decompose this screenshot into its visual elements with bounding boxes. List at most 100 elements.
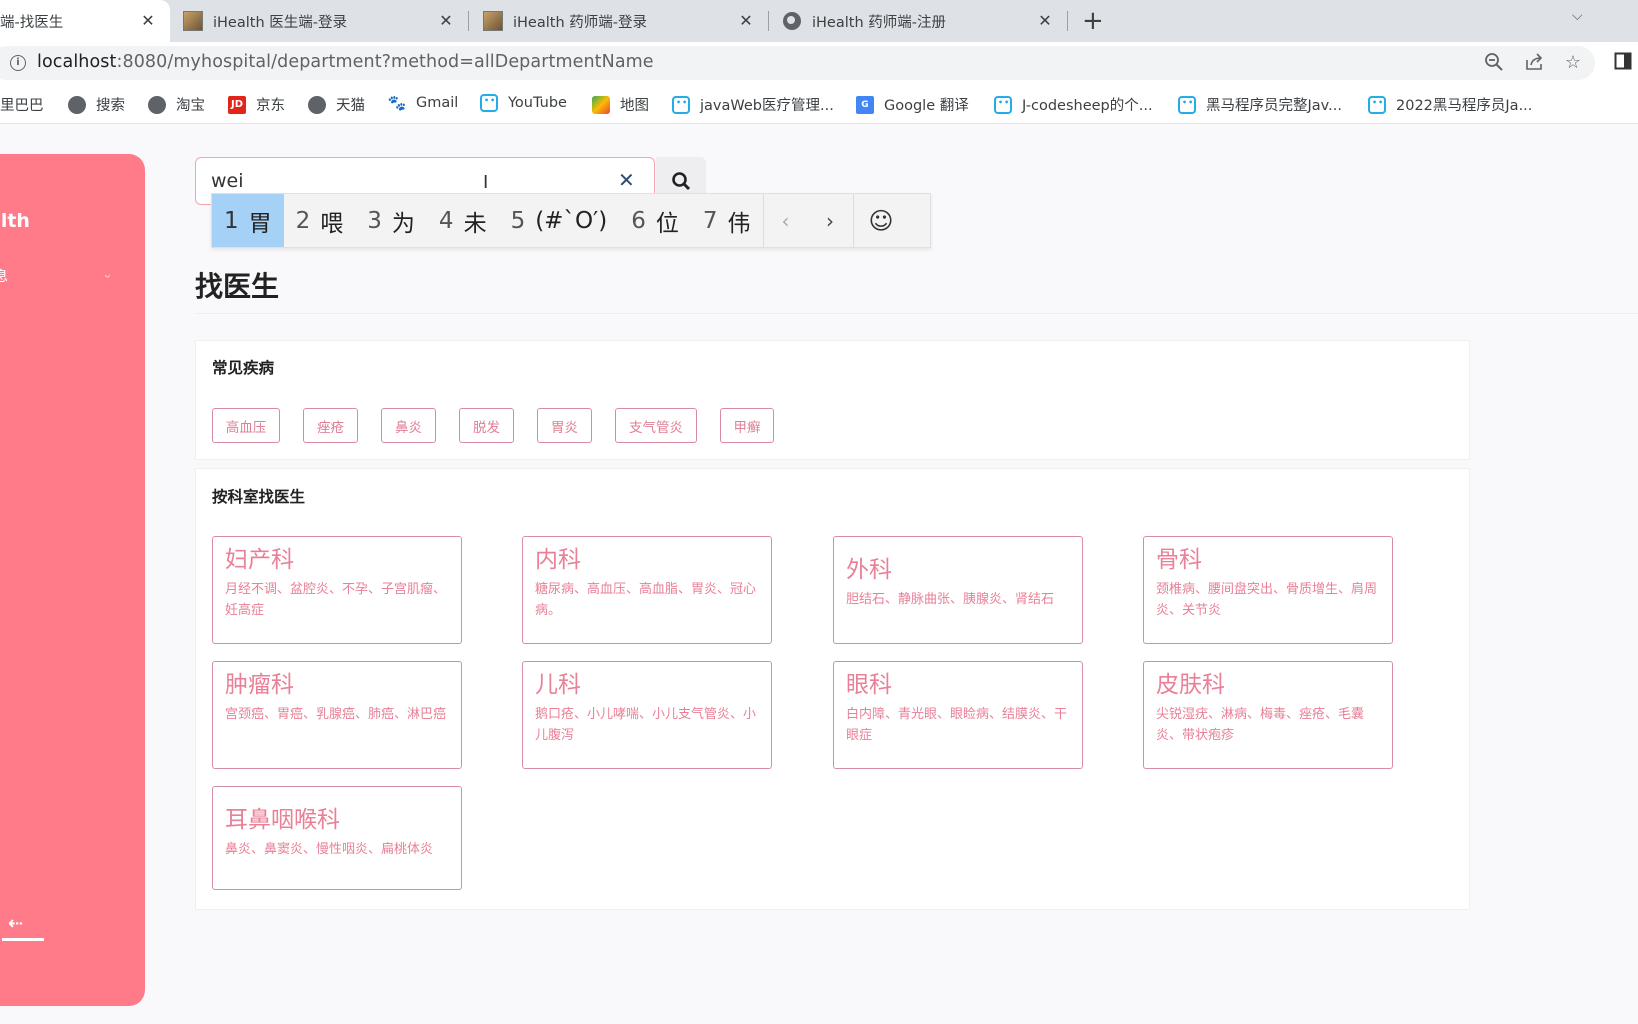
section-heading: 常见疾病 xyxy=(212,359,275,377)
department-desc: 糖尿病、高血压、高血脂、胃炎、冠心病。 xyxy=(535,582,757,618)
globe-icon xyxy=(68,95,86,114)
globe-icon xyxy=(308,95,326,114)
ime-candidate[interactable]: 6位 xyxy=(619,194,691,247)
department-card[interactable]: 肿瘤科 宫颈癌、胃癌、乳腺癌、肺癌、淋巴癌 xyxy=(212,661,462,769)
bookmark-item[interactable]: 🐾 Gmail xyxy=(388,94,459,112)
maps-icon xyxy=(592,95,610,114)
bilibili-icon xyxy=(994,95,1012,114)
bookmark-item[interactable]: 搜索 xyxy=(68,94,125,115)
department-name: 外科 xyxy=(846,557,892,583)
department-card[interactable]: 内科 糖尿病、高血压、高血脂、胃炎、冠心病。 xyxy=(522,536,772,644)
url-host: localhost xyxy=(37,52,117,72)
bookmark-item[interactable]: J-codesheep的个... xyxy=(994,94,1153,115)
zoom-out-icon[interactable] xyxy=(1483,52,1505,74)
bookmark-label: J-codesheep的个... xyxy=(1022,98,1153,114)
department-name: 妇产科 xyxy=(225,547,294,573)
tab-search-dropdown-icon[interactable]: ⌵ xyxy=(1572,8,1583,24)
logout-button[interactable]: ⇠ xyxy=(2,913,44,941)
bookmark-item[interactable]: 淘宝 xyxy=(148,94,205,115)
departments-panel: 按科室找医生 妇产科 月经不调、盆腔炎、不孕、子宫肌瘤、妊高症 内科 糖尿病、高… xyxy=(195,468,1470,910)
tab-title: 端-找医生 xyxy=(0,14,64,31)
sidebar-menu-item[interactable]: 息 xyxy=(0,266,8,286)
bookmark-item[interactable]: JD 京东 xyxy=(228,94,285,115)
department-card[interactable]: 妇产科 月经不调、盆腔炎、不孕、子宫肌瘤、妊高症 xyxy=(212,536,462,644)
department-desc: 鼻炎、鼻窦炎、慢性咽炎、扁桃体炎 xyxy=(225,842,434,857)
bookmark-item[interactable]: 黑马程序员完整Jav... xyxy=(1178,94,1342,115)
department-card[interactable]: 骨科 颈椎病、腰间盘突出、骨质增生、肩周炎、关节炎 xyxy=(1143,536,1393,644)
logout-arrow-icon: ⇠ xyxy=(8,913,24,934)
tomcat-icon xyxy=(183,11,203,31)
bilibili-icon xyxy=(672,95,690,114)
url-text[interactable]: localhost:8080/myhospital/department?met… xyxy=(37,52,654,72)
disease-tag[interactable]: 鼻炎 xyxy=(381,408,436,443)
bookmark-label: 黑马程序员完整Jav... xyxy=(1206,98,1342,114)
department-name: 内科 xyxy=(535,547,581,573)
bilibili-icon xyxy=(480,94,498,112)
disease-tag[interactable]: 痤疮 xyxy=(303,408,358,443)
emoji-icon[interactable]: ☺ xyxy=(852,194,909,247)
share-icon[interactable] xyxy=(1523,52,1545,74)
department-name: 儿科 xyxy=(535,672,581,698)
bookmark-label: 淘宝 xyxy=(176,98,205,114)
search-input[interactable] xyxy=(211,166,611,196)
search-icon xyxy=(672,172,691,191)
tab-pharmacist-login[interactable]: iHealth 药师端-登录 ✕ xyxy=(483,0,768,42)
ime-prev-page-icon[interactable]: ‹ xyxy=(762,194,808,247)
department-name: 眼科 xyxy=(846,672,892,698)
disease-tag[interactable]: 脱发 xyxy=(459,408,514,443)
disease-tag[interactable]: 胃炎 xyxy=(537,408,592,443)
bookmark-item[interactable]: 天猫 xyxy=(308,94,365,115)
bookmark-item[interactable]: G Google 翻译 xyxy=(856,94,969,115)
bookmark-label: 搜索 xyxy=(96,98,125,114)
department-desc: 月经不调、盆腔炎、不孕、子宫肌瘤、妊高症 xyxy=(225,582,447,618)
site-info-icon[interactable]: i xyxy=(10,55,26,71)
sidebar-brand: alth xyxy=(0,210,30,232)
tab-doctor-login[interactable]: iHealth 医生端-登录 ✕ xyxy=(183,0,468,42)
department-card[interactable]: 眼科 白内障、青光眼、眼睑病、结膜炎、干眼症 xyxy=(833,661,1083,769)
ime-next-page-icon[interactable]: › xyxy=(808,194,853,247)
department-name: 耳鼻咽喉科 xyxy=(225,807,340,833)
close-tab-icon[interactable]: ✕ xyxy=(1035,11,1055,31)
department-desc: 宫颈癌、胃癌、乳腺癌、肺癌、淋巴癌 xyxy=(225,707,447,722)
department-card[interactable]: 儿科 鹅口疮、小儿哮喘、小儿支气管炎、小儿腹泻 xyxy=(522,661,772,769)
ime-candidate[interactable]: 3为 xyxy=(355,194,427,247)
tab-find-doctor[interactable]: 端-找医生 ✕ xyxy=(0,0,170,42)
tab-separator xyxy=(468,11,469,31)
chevron-down-icon[interactable]: ⌄ xyxy=(102,267,113,282)
disease-tag[interactable]: 支气管炎 xyxy=(615,408,697,443)
side-panel-icon[interactable] xyxy=(1612,52,1634,74)
bookmark-item[interactable]: 2022黑马程序员Ja... xyxy=(1368,94,1532,115)
bookmark-item[interactable]: 地图 xyxy=(592,94,649,115)
disease-tag[interactable]: 高血压 xyxy=(212,408,280,443)
bookmark-item[interactable]: javaWeb医疗管理... xyxy=(672,94,834,115)
bookmark-item[interactable]: 里巴巴 xyxy=(0,94,44,115)
bilibili-icon xyxy=(1178,95,1196,114)
close-tab-icon[interactable]: ✕ xyxy=(138,11,158,31)
disease-tag[interactable]: 甲癣 xyxy=(720,408,774,443)
department-name: 皮肤科 xyxy=(1156,672,1225,698)
department-desc: 鹅口疮、小儿哮喘、小儿支气管炎、小儿腹泻 xyxy=(535,707,757,743)
title-divider xyxy=(195,313,1638,314)
ime-candidate[interactable]: 7伟 xyxy=(691,194,763,247)
department-desc: 尖锐湿疣、淋病、梅毒、痤疮、毛囊炎、带状疱疹 xyxy=(1156,707,1365,743)
bookmark-star-icon[interactable]: ☆ xyxy=(1562,52,1584,74)
department-desc: 颈椎病、腰间盘突出、骨质增生、肩周炎、关节炎 xyxy=(1156,582,1378,618)
ime-candidate[interactable]: 2喂 xyxy=(284,194,356,247)
bookmark-label: Google 翻译 xyxy=(884,98,969,114)
ime-candidate[interactable]: 5 (#`O′) xyxy=(499,194,620,247)
department-card[interactable]: 外科 胆结石、静脉曲张、胰腺炎、肾结石 xyxy=(833,536,1083,644)
globe-icon xyxy=(148,95,166,114)
bookmark-label: 京东 xyxy=(256,98,285,114)
close-tab-icon[interactable]: ✕ xyxy=(436,11,456,31)
tab-pharmacist-register[interactable]: iHealth 药师端-注册 ✕ xyxy=(782,0,1067,42)
new-tab-button[interactable]: + xyxy=(1082,7,1104,35)
tab-separator xyxy=(768,11,769,31)
ime-candidate[interactable]: 1胃 xyxy=(212,194,284,247)
bookmark-label: YouTube xyxy=(508,95,567,111)
bookmark-item[interactable]: YouTube xyxy=(480,94,567,112)
department-card[interactable]: 耳鼻咽喉科 鼻炎、鼻窦炎、慢性咽炎、扁桃体炎 xyxy=(212,786,462,890)
close-tab-icon[interactable]: ✕ xyxy=(736,11,756,31)
ime-candidate[interactable]: 4未 xyxy=(427,194,499,247)
department-card[interactable]: 皮肤科 尖锐湿疣、淋病、梅毒、痤疮、毛囊炎、带状疱疹 xyxy=(1143,661,1393,769)
clear-icon[interactable]: ✕ xyxy=(618,168,635,192)
